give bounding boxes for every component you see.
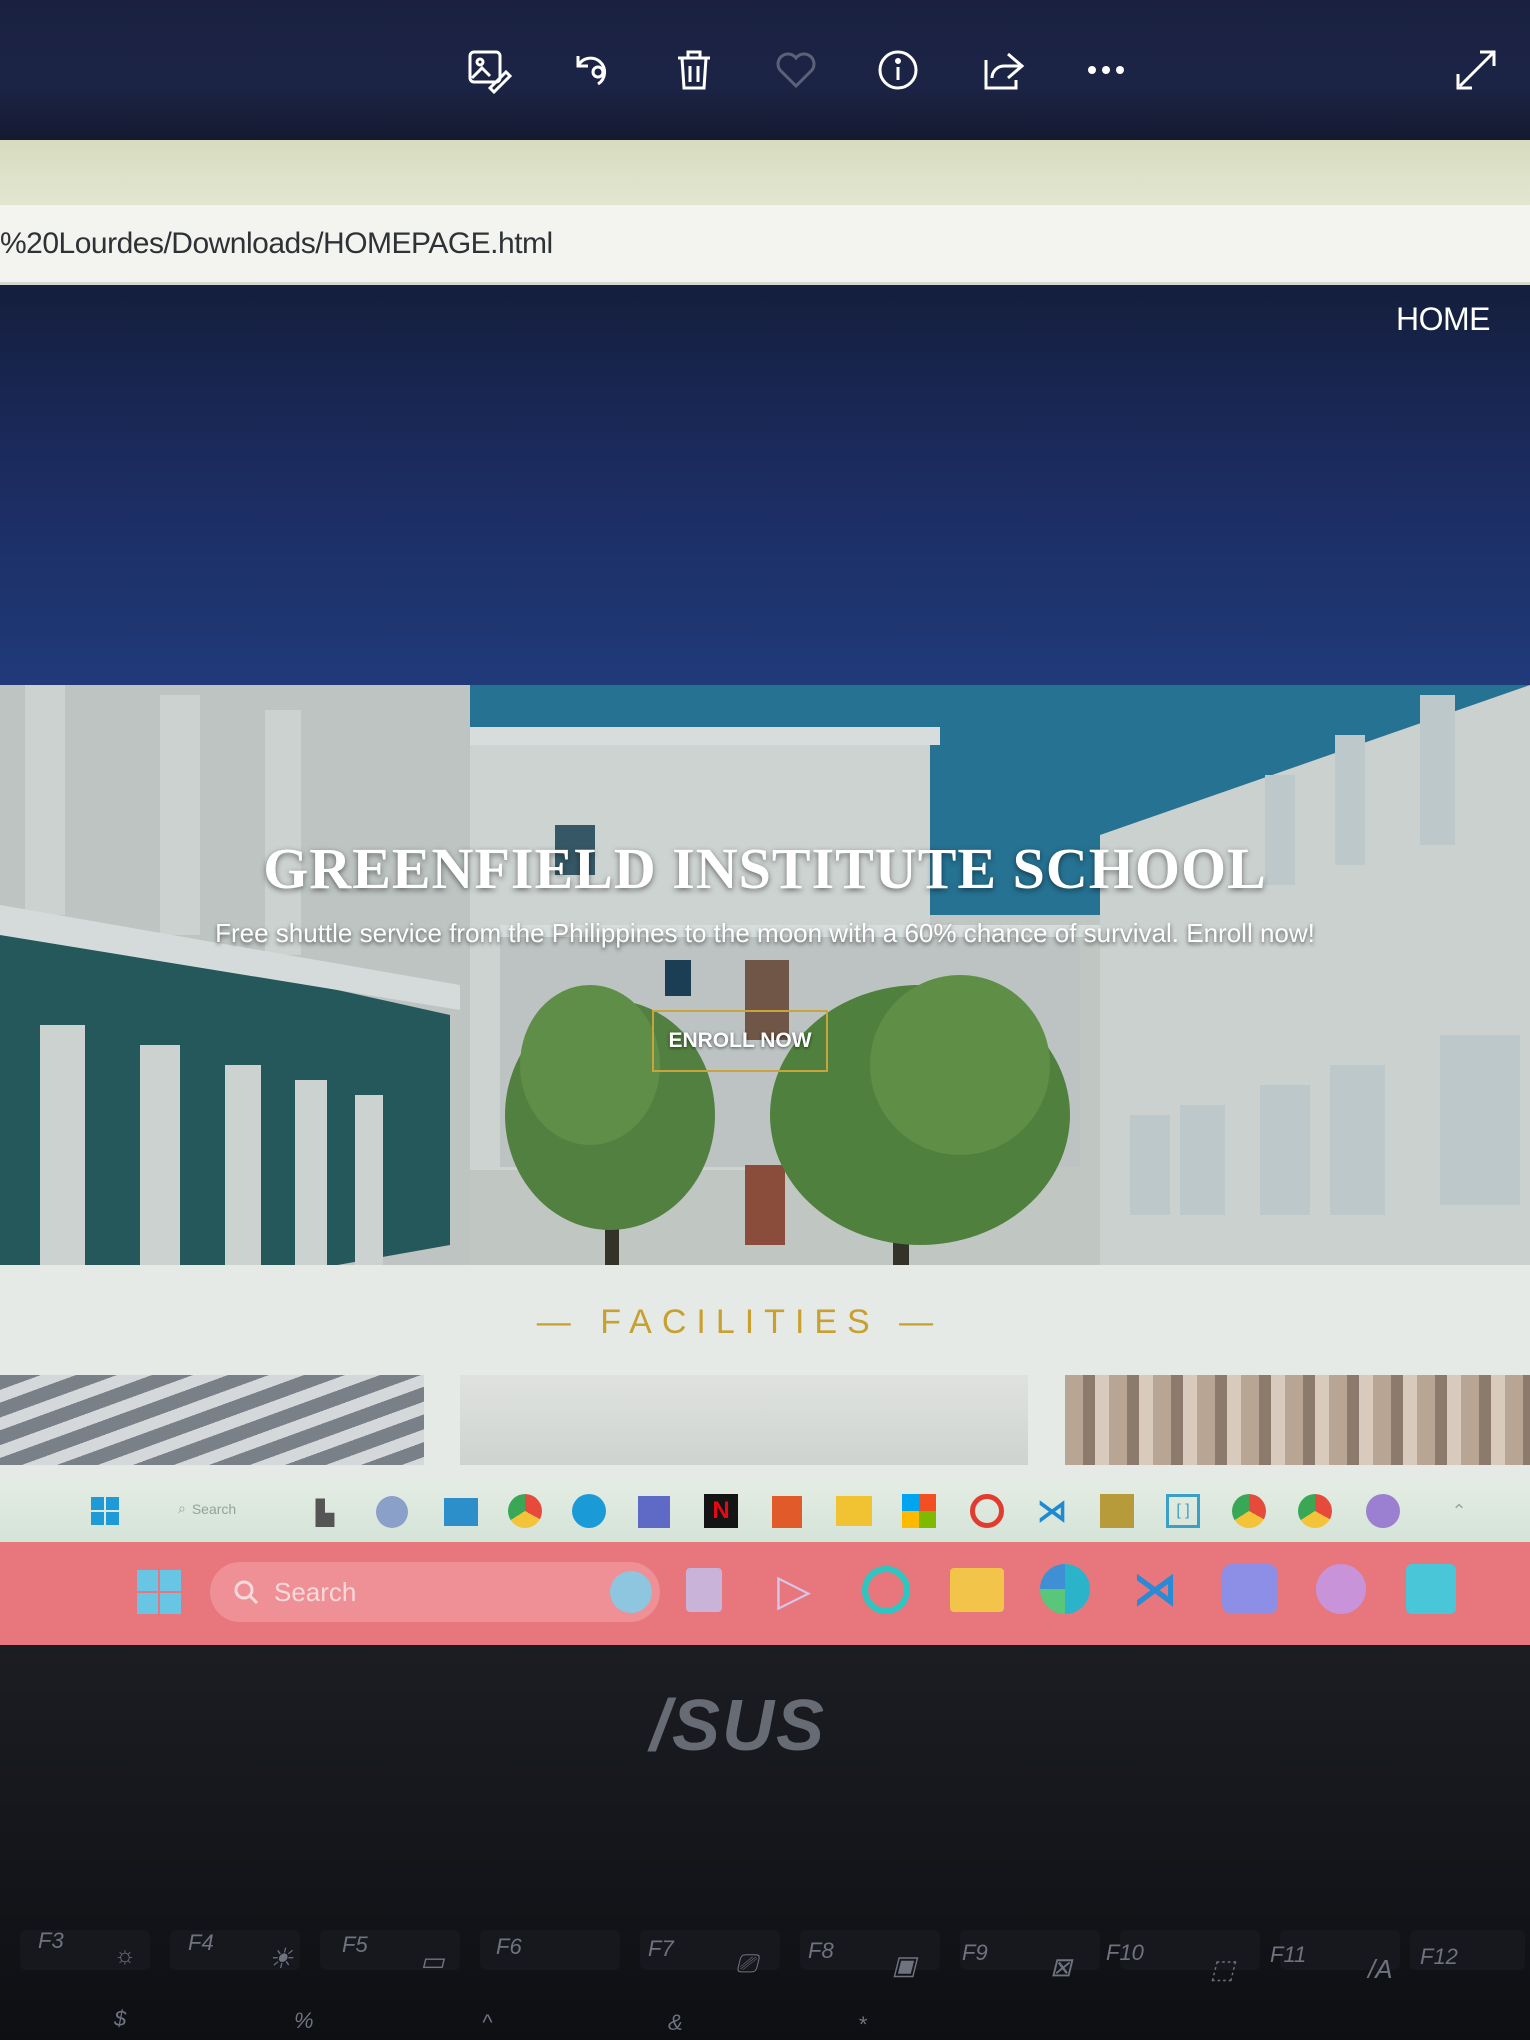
search-icon: ⌕ bbox=[178, 1500, 186, 1516]
taskbar-search-label: Search bbox=[274, 1576, 357, 1607]
favorite-icon[interactable] bbox=[768, 42, 824, 98]
vscode-icon[interactable]: ⋊ bbox=[1034, 1494, 1070, 1528]
hero-title: GREENFIELD INSTITUTE SCHOOL bbox=[263, 836, 1267, 901]
chrome-profile-2-icon[interactable] bbox=[1298, 1494, 1332, 1528]
windows-taskbar: Search ▷ ⋊ bbox=[0, 1542, 1530, 1645]
chevron-up-icon[interactable]: ⌃ bbox=[1448, 1500, 1470, 1522]
fkey-label: F5 bbox=[342, 1932, 368, 1957]
snip-icon: ⬚ bbox=[1210, 1954, 1235, 1984]
github-desktop-icon[interactable] bbox=[1366, 1494, 1400, 1528]
chrome-icon[interactable] bbox=[508, 1494, 542, 1528]
app-icon[interactable] bbox=[1100, 1494, 1134, 1528]
key-dollar: $ bbox=[114, 2006, 127, 2031]
fkey-label: F12 bbox=[1420, 1944, 1458, 1969]
hero-subtitle: Free shuttle service from the Philippine… bbox=[215, 918, 1315, 948]
fkey-label: F8 bbox=[808, 1938, 834, 1963]
folder-icon[interactable] bbox=[950, 1568, 1004, 1612]
enroll-now-button[interactable]: ENROLL NOW bbox=[652, 1010, 828, 1072]
asus-logo: /SUS bbox=[650, 1686, 827, 1766]
key-percent: % bbox=[294, 2008, 314, 2033]
photos-icon[interactable] bbox=[1406, 1564, 1456, 1614]
facilities-section: — FACILITIES — bbox=[0, 1265, 1530, 1485]
remote-search-label: Search bbox=[191, 1500, 237, 1517]
bing-icon bbox=[610, 1571, 652, 1613]
key-ampersand: & bbox=[668, 2010, 683, 2035]
info-icon[interactable] bbox=[870, 42, 926, 98]
camera-icon: ▣ bbox=[892, 1950, 917, 1980]
brackets-icon[interactable]: [ ] bbox=[1166, 1494, 1200, 1528]
key-asterisk: * bbox=[858, 2012, 867, 2037]
delete-icon[interactable] bbox=[666, 42, 722, 98]
facilities-heading: — FACILITIES — bbox=[536, 1303, 944, 1341]
chat-icon[interactable] bbox=[376, 1496, 408, 1528]
search-icon bbox=[234, 1580, 259, 1605]
taskbar-search-box[interactable]: Search bbox=[210, 1562, 660, 1622]
browser-tab-strip bbox=[0, 140, 1530, 205]
brightness-down-icon: ☼ bbox=[114, 1942, 136, 1969]
fkey-label: F7 bbox=[648, 1936, 674, 1961]
remote-taskbar: ⌕ Search ▙ N ⋊ [ ] ⌃ bbox=[0, 1480, 1530, 1542]
facility-image-2[interactable] bbox=[460, 1375, 1028, 1465]
fkey-label: F6 bbox=[496, 1934, 522, 1959]
more-icon[interactable] bbox=[1078, 42, 1134, 98]
cortana-icon[interactable] bbox=[862, 1566, 910, 1614]
edge-icon[interactable] bbox=[1040, 1564, 1090, 1614]
edge-icon[interactable] bbox=[572, 1494, 606, 1528]
fkey-label: F9 bbox=[962, 1940, 988, 1965]
chrome-profile-icon[interactable] bbox=[1232, 1494, 1266, 1528]
netflix-icon[interactable]: N bbox=[704, 1494, 738, 1528]
address-bar[interactable]: %20Lourdes/Downloads/HOMEPAGE.html bbox=[0, 205, 1530, 285]
fkey-label: F3 bbox=[38, 1928, 64, 1953]
github-desktop-icon[interactable] bbox=[1316, 1564, 1366, 1614]
teams-icon[interactable] bbox=[638, 1496, 670, 1528]
folder-icon[interactable] bbox=[836, 1496, 872, 1526]
task-view-icon[interactable] bbox=[686, 1568, 722, 1612]
store-icon[interactable] bbox=[902, 1494, 936, 1528]
address-text: %20Lourdes/Downloads/HOMEPAGE.html bbox=[0, 227, 553, 260]
site-navbar: HOME bbox=[0, 285, 1530, 685]
facility-image-3[interactable] bbox=[1065, 1375, 1530, 1465]
share-icon[interactable] bbox=[974, 42, 1030, 98]
photo-viewer-toolbar bbox=[0, 0, 1530, 140]
remote-search-box[interactable]: ⌕ Search bbox=[178, 1500, 236, 1517]
brightness-up-icon: ☀ bbox=[268, 1943, 294, 1974]
mail-icon[interactable] bbox=[444, 1498, 478, 1526]
expand-icon[interactable] bbox=[1448, 42, 1504, 98]
fkey-label: F10 bbox=[1106, 1940, 1144, 1965]
teams-icon[interactable] bbox=[1222, 1564, 1278, 1614]
key-caret: ^ bbox=[482, 2010, 493, 2035]
monitor-screen: %20Lourdes/Downloads/HOMEPAGE.html HOME bbox=[0, 140, 1530, 1645]
play-icon[interactable]: ▷ bbox=[770, 1566, 818, 1615]
rotate-icon[interactable] bbox=[564, 42, 620, 98]
start-icon[interactable] bbox=[88, 1494, 122, 1528]
screen-share-icon: ⎚ bbox=[736, 1948, 757, 1978]
display-icon: ▭ bbox=[420, 1946, 445, 1976]
laptop-bezel: /SUS bbox=[0, 1645, 1530, 2040]
opera-icon[interactable] bbox=[970, 1494, 1004, 1528]
vscode-icon[interactable]: ⋊ bbox=[1130, 1564, 1180, 1614]
edit-icon[interactable] bbox=[460, 42, 516, 98]
facility-image-1[interactable] bbox=[0, 1375, 424, 1465]
file-explorer-icon[interactable]: ▙ bbox=[310, 1498, 340, 1528]
nav-link-home[interactable]: HOME bbox=[1396, 301, 1491, 338]
airplane-mode-icon: /A bbox=[1368, 1954, 1393, 1984]
school-homepage: HOME GREENFIELD INSTITUTE SCHOOL Free sh… bbox=[0, 285, 1530, 1425]
office-icon[interactable] bbox=[772, 1496, 802, 1528]
camera-off-icon: ⊠ bbox=[1050, 1952, 1072, 1982]
windows-start-icon[interactable] bbox=[134, 1568, 184, 1616]
fkey-label: F11 bbox=[1270, 1942, 1307, 1967]
fkey-label: F4 bbox=[188, 1930, 214, 1955]
